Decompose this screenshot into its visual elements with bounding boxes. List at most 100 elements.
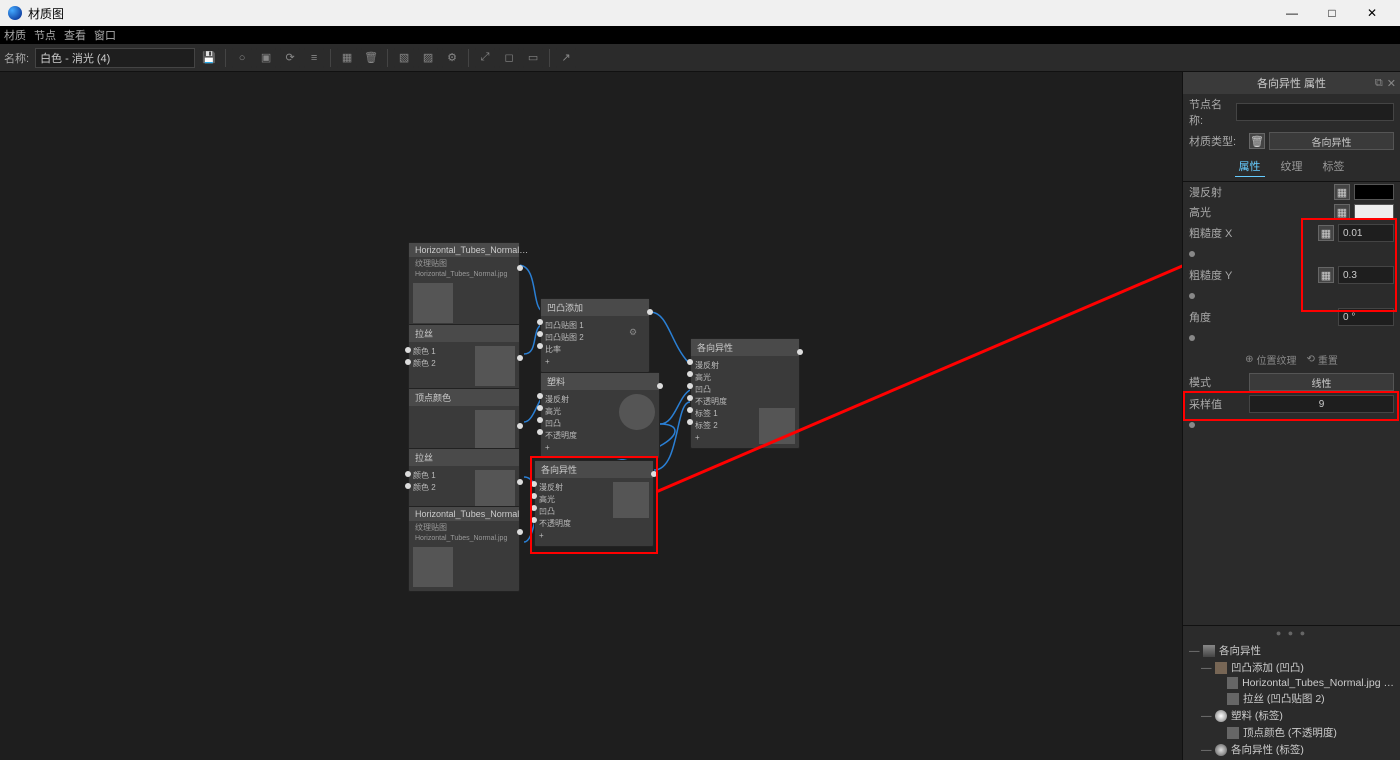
specular-color-swatch[interactable] xyxy=(1354,204,1394,220)
output-port[interactable] xyxy=(517,479,523,485)
tool-icon-7[interactable]: ▨ xyxy=(418,48,438,68)
node-texture-2[interactable]: Horizontal_Tubes_Normal 纹理贴图 Horizontal_… xyxy=(408,506,520,592)
tree-row[interactable]: —各向异性 (标签) xyxy=(1183,741,1400,758)
settings-icon[interactable]: ⚙ xyxy=(621,320,645,344)
input-port[interactable] xyxy=(405,359,411,365)
roughness-x-input[interactable] xyxy=(1338,224,1394,242)
angle-input[interactable] xyxy=(1338,308,1394,326)
specular-texture-icon[interactable]: ▦ xyxy=(1334,204,1350,220)
node-plastic[interactable]: 塑料 漫反射 高光 凹凸 不透明度 + xyxy=(540,372,660,459)
output-port[interactable] xyxy=(517,423,523,429)
output-port[interactable] xyxy=(517,355,523,361)
input-port[interactable] xyxy=(405,471,411,477)
tool-icon-3[interactable]: ⟳ xyxy=(280,48,300,68)
diffuse-texture-icon[interactable]: ▦ xyxy=(1334,184,1350,200)
material-type-label: 材质类型: xyxy=(1189,133,1245,149)
material-tree: —各向异性 —凹凸添加 (凹凸) Horizontal_Tubes_Normal… xyxy=(1183,640,1400,760)
roughness-y-input[interactable] xyxy=(1338,266,1394,284)
input-port[interactable] xyxy=(687,359,693,365)
input-port[interactable] xyxy=(537,343,543,349)
output-port[interactable] xyxy=(517,265,523,271)
input-port[interactable] xyxy=(537,429,543,435)
tree-row[interactable]: —各向异性 xyxy=(1183,642,1400,659)
tool-icon-5[interactable]: ▦ xyxy=(337,48,357,68)
minimize-button[interactable]: — xyxy=(1272,0,1312,26)
tree-row[interactable]: Horizontal_Tubes_Normal.jpg … xyxy=(1183,676,1400,690)
input-port[interactable] xyxy=(537,331,543,337)
tool-icon-9[interactable]: ⤢ xyxy=(475,48,495,68)
name-input[interactable] xyxy=(35,48,195,68)
input-port[interactable] xyxy=(687,419,693,425)
input-port[interactable] xyxy=(687,407,693,413)
tool-icon-8[interactable]: ⚙ xyxy=(442,48,462,68)
mode-label: 模式 xyxy=(1189,374,1245,390)
delete-type-icon[interactable]: 🗑 xyxy=(1249,133,1265,149)
menu-material[interactable]: 材质 xyxy=(4,27,26,43)
reset-button[interactable]: ⟲ 重置 xyxy=(1307,352,1338,367)
roughness-y-texture-icon[interactable]: ▦ xyxy=(1318,267,1334,283)
mode-dropdown[interactable]: 线性 xyxy=(1249,373,1394,391)
name-label: 名称: xyxy=(4,50,29,66)
input-port[interactable] xyxy=(537,393,543,399)
tab-properties[interactable]: 属性 xyxy=(1235,156,1265,177)
output-port[interactable] xyxy=(647,309,653,315)
input-port[interactable] xyxy=(405,347,411,353)
output-port[interactable] xyxy=(797,349,803,355)
tab-textures[interactable]: 纹理 xyxy=(1277,156,1307,177)
panel-splitter[interactable]: ● ● ● xyxy=(1183,625,1400,640)
input-port[interactable] xyxy=(687,383,693,389)
node-graph-canvas[interactable]: Horizontal_Tubes_Normal… 纹理贴图 Horizontal… xyxy=(0,72,1182,760)
tool-icon-4[interactable]: ≡ xyxy=(304,48,324,68)
tool-icon-2[interactable]: ▣ xyxy=(256,48,276,68)
samples-input[interactable] xyxy=(1249,395,1394,413)
preview-sphere xyxy=(613,482,649,518)
panel-close-icon[interactable]: ✕ xyxy=(1387,77,1396,90)
input-port[interactable] xyxy=(687,371,693,377)
node-brush-1[interactable]: 拉丝 颜色 1 颜色 2 xyxy=(408,324,520,391)
roughness-x-texture-icon[interactable]: ▦ xyxy=(1318,225,1334,241)
tool-icon-12[interactable]: ↗ xyxy=(556,48,576,68)
tool-icon-11[interactable]: ▭ xyxy=(523,48,543,68)
input-port[interactable] xyxy=(537,417,543,423)
tree-row[interactable]: —凹凸添加 (凹凸) xyxy=(1183,659,1400,676)
tree-row[interactable]: 顶点颜色 (不透明度) xyxy=(1183,724,1400,741)
delete-icon[interactable]: 🗑 xyxy=(361,48,381,68)
maximize-button[interactable]: □ xyxy=(1312,0,1352,26)
menu-node[interactable]: 节点 xyxy=(34,27,56,43)
tree-row[interactable]: 拉丝 (凹凸贴图 2) xyxy=(1183,690,1400,707)
material-type-dropdown[interactable]: 各向异性 xyxy=(1269,132,1394,150)
node-anisotropic-selected[interactable]: 各向异性 漫反射 高光 凹凸 不透明度 + xyxy=(534,460,654,547)
tree-row[interactable]: —塑料 (标签) xyxy=(1183,707,1400,724)
output-port[interactable] xyxy=(657,383,663,389)
node-brush-2[interactable]: 拉丝 颜色 1 颜色 2 xyxy=(408,448,520,515)
output-port[interactable] xyxy=(651,471,657,477)
input-port[interactable] xyxy=(531,517,537,523)
input-port[interactable] xyxy=(531,505,537,511)
menu-window[interactable]: 窗口 xyxy=(94,27,116,43)
save-icon[interactable]: 💾 xyxy=(199,48,219,68)
menu-view[interactable]: 查看 xyxy=(64,27,86,43)
node-texture-1[interactable]: Horizontal_Tubes_Normal… 纹理贴图 Horizontal… xyxy=(408,242,520,328)
input-port[interactable] xyxy=(537,319,543,325)
position-texture-button[interactable]: ⊕ 位置纹理 xyxy=(1245,352,1296,367)
node-anisotropic-main[interactable]: 各向异性 漫反射 高光 凹凸 不透明度 标签 1 标签 2 + xyxy=(690,338,800,449)
tab-labels[interactable]: 标签 xyxy=(1319,156,1349,177)
input-port[interactable] xyxy=(687,395,693,401)
tool-icon-6[interactable]: ▧ xyxy=(394,48,414,68)
close-button[interactable]: ✕ xyxy=(1352,0,1392,26)
diffuse-color-swatch[interactable] xyxy=(1354,184,1394,200)
input-port[interactable] xyxy=(531,481,537,487)
node-name-label: 节点名称: xyxy=(1189,96,1232,128)
tool-icon-1[interactable]: ○ xyxy=(232,48,252,68)
input-port[interactable] xyxy=(537,405,543,411)
popout-icon[interactable]: ⧉ xyxy=(1375,77,1383,90)
node-vertex-color[interactable]: 顶点颜色 xyxy=(408,388,520,455)
tool-icon-10[interactable]: ◻ xyxy=(499,48,519,68)
node-name-input[interactable] xyxy=(1236,103,1394,121)
output-port[interactable] xyxy=(517,529,523,535)
input-port[interactable] xyxy=(531,493,537,499)
node-header: Horizontal_Tubes_Normal… xyxy=(409,243,519,257)
input-port[interactable] xyxy=(405,483,411,489)
node-bump-add[interactable]: 凹凸添加 凹凸贴图 1 凹凸贴图 2 比率 + ⚙ xyxy=(540,298,650,373)
panel-title: 各向异性 属性 ⧉ ✕ xyxy=(1183,72,1400,94)
